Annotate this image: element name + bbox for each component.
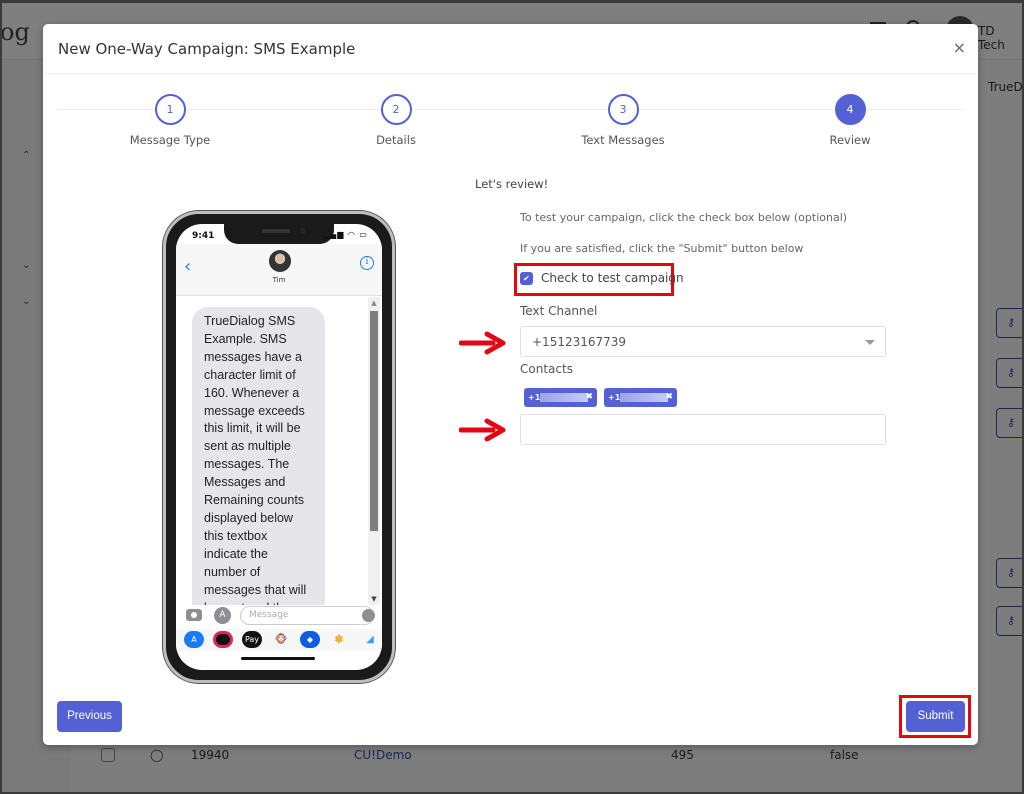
review-heading: Let's review! [475,177,549,191]
step-details[interactable]: 2 Details [326,94,466,147]
camera-icon [186,609,202,621]
message-compose-field: Message [240,606,374,625]
phone-screen: 9:41 ▂▄▆ ◠ ▭ ‹ Tim i TrueDialog SMS Exam… [176,224,382,670]
app-store-icon: A [184,631,204,648]
text-channel-select[interactable]: +15123167739 [520,326,886,357]
modal-title: New One-Way Campaign: SMS Example [58,40,356,58]
step-label: Details [376,133,416,147]
step-message-type[interactable]: 1 Message Type [100,94,240,147]
status-icons: ▂▄▆ ◠ ▭ [322,230,368,239]
contact-tag-prefix: +1 [528,393,541,402]
scroll-down-arrow-icon[interactable]: ▼ [368,595,380,603]
phone-preview: 9:41 ▂▄▆ ◠ ▭ ‹ Tim i TrueDialog SMS Exam… [163,211,395,683]
microphone-icon [362,609,375,622]
arrow-annotation-icon [459,331,506,355]
redacted-number [540,393,588,402]
redacted-number [620,393,668,402]
text-channel-value: +15123167739 [532,335,627,349]
contact-tag-prefix: +1 [608,393,621,402]
animoji-monkey-icon: 🐵 [271,631,291,648]
more-apps-icon: ◢ [360,631,380,648]
contact-tag: +1 ✖ [604,388,677,407]
contact-avatar [269,250,291,272]
scroll-thumb[interactable] [370,311,378,531]
test-instruction: To test your campaign, click the check b… [520,211,848,224]
app-strip: A Pay 🐵 ◆ ✽ ◢ [176,629,382,651]
contacts-input[interactable] [520,414,886,445]
step-number: 3 [607,94,639,125]
message-area: TrueDialog SMS Example. SMS messages hav… [176,297,382,605]
apple-pay-icon: Pay [242,631,262,648]
contact-name: Tim [272,276,286,284]
scroll-up-arrow-icon[interactable]: ▲ [368,299,380,307]
phone-nav-bar: ‹ Tim i [176,244,382,296]
remove-contact-icon[interactable]: ✖ [665,388,673,407]
compose-bar: A Message [176,605,382,627]
submit-button[interactable]: Submit [906,701,965,732]
remove-contact-icon[interactable]: ✖ [585,388,593,407]
phone-notch [224,224,334,244]
test-campaign-checkbox-row[interactable]: ✔ Check to test campaign [520,271,684,285]
dropbox-icon: ◆ [300,631,320,648]
step-number: 2 [380,94,412,125]
step-label: Text Messages [581,133,665,147]
arrow-annotation-icon [459,418,506,442]
info-icon: i [360,256,374,270]
caret-down-icon [865,340,875,345]
previous-button[interactable]: Previous [57,701,122,732]
step-review[interactable]: 4 Review [780,94,920,147]
contacts-label: Contacts [520,362,573,376]
submit-instruction: If you are satisfied, click the "Submit"… [520,242,804,255]
contact-tag: +1 ✖ [524,388,597,407]
step-number: 4 [834,94,866,125]
step-label: Review [829,133,871,147]
campaign-modal: New One-Way Campaign: SMS Example × 1 Me… [43,24,978,745]
step-label: Message Type [129,133,211,147]
modal-header: New One-Way Campaign: SMS Example × [43,24,978,74]
back-icon: ‹ [184,256,192,277]
step-number: 1 [154,94,186,125]
home-indicator [241,657,315,660]
photos-icon: ✽ [329,631,349,648]
step-text-messages[interactable]: 3 Text Messages [553,94,693,147]
test-campaign-checkbox[interactable]: ✔ [520,271,533,285]
message-scrollbar[interactable]: ▲ ▼ [368,297,380,605]
close-icon[interactable]: × [953,38,966,57]
text-channel-label: Text Channel [520,304,598,318]
activity-icon [213,631,233,648]
status-time: 9:41 [192,231,215,241]
app-store-icon: A [214,607,231,624]
message-bubble: TrueDialog SMS Example. SMS messages hav… [192,307,325,605]
test-campaign-label[interactable]: Check to test campaign [541,271,684,285]
